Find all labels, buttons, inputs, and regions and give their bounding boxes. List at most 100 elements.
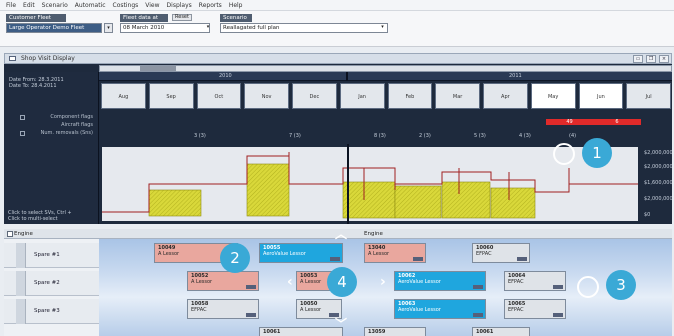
red-flag: 6 (593, 119, 641, 125)
menu-file[interactable]: File (6, 2, 16, 9)
timeline-panel: Date From: 28.3.2011 Date To: 28.4.2011 … (4, 64, 672, 224)
chart-bar (246, 163, 290, 217)
year-label: 2011 (509, 73, 522, 79)
shop-visit-card[interactable]: 10050 A Lessor (296, 299, 342, 319)
shop-visit-card[interactable]: 10065 EFPAC (504, 299, 566, 319)
month-cell[interactable]: Aug (101, 83, 146, 109)
month-cell[interactable]: May (530, 83, 576, 109)
shop-visit-number: 10061 (263, 329, 281, 335)
menu-reports[interactable]: Reports (199, 2, 222, 9)
expand-icon[interactable] (20, 115, 25, 120)
minimize-icon[interactable]: ▭ (633, 55, 643, 63)
month-cell[interactable]: Sep (148, 83, 194, 109)
callout-badge-2: 2 (220, 243, 250, 273)
callout-badge-4: 4 (327, 267, 357, 297)
shop-visit-card[interactable]: 10063 AeroValue Lessor (394, 299, 486, 319)
customer-fleet-select[interactable]: Large Operator Demo Fleet (6, 23, 102, 33)
aircraft-flags-label: Aircraft flags (61, 122, 93, 128)
month-cell[interactable]: Jul (626, 83, 671, 109)
chart-bar (394, 185, 442, 219)
chevron-left-icon: ‹ (287, 274, 293, 290)
customer-fleet-dropdown-icon[interactable]: ▾ (104, 23, 113, 33)
shop-visit-lessor: EFPAC (191, 307, 207, 313)
row-spare-1[interactable]: Spare #1 (4, 243, 99, 268)
click-note-line: Click to multi-select (8, 216, 58, 222)
shop-visit-card[interactable]: 10061 (259, 327, 343, 336)
row-indicator (16, 271, 26, 296)
card-tag-icon (330, 257, 340, 261)
menu-help[interactable]: Help (229, 2, 243, 9)
menu-edit[interactable]: Edit (23, 2, 35, 9)
menu-bar: File Edit Scenario Automatic Costings Vi… (0, 0, 674, 11)
shop-visit-card[interactable]: 10061 (472, 327, 530, 336)
card-tag-icon (473, 313, 483, 317)
month-cell[interactable]: Oct (196, 83, 242, 109)
card-tag-icon (553, 285, 563, 289)
shop-visit-number: 13059 (368, 329, 386, 335)
restore-icon[interactable]: ❐ (646, 55, 656, 63)
shop-visit-lessor: A Lessor (300, 279, 322, 285)
month-cell[interactable]: Jan (339, 83, 385, 109)
scenario-dropdown-icon[interactable]: ▾ (378, 23, 387, 33)
month-cell[interactable]: Feb (387, 83, 433, 109)
chevron-down-icon: ﹀ (335, 317, 348, 331)
menu-automatic[interactable]: Automatic (75, 2, 106, 9)
card-tag-icon (246, 313, 256, 317)
flag-strip: 49 6 3 (3) 7 (3) 8 (3) 2 (3) 5 (3) 4 (3) (4) (99, 112, 672, 139)
month-cell[interactable]: Mar (435, 83, 480, 109)
shop-visit-card[interactable]: 13059 (364, 327, 426, 336)
timeline-scrollbar[interactable] (99, 65, 672, 72)
chart-bar (148, 189, 202, 217)
chart-bar (342, 181, 396, 219)
card-tag-icon (553, 313, 563, 317)
customer-fleet-group: Customer Fleet Large Operator Demo Fleet… (6, 14, 116, 36)
reset-button[interactable]: Reset (172, 14, 192, 21)
fleet-date-label: Fleet data at date (120, 14, 168, 29)
menu-scenario[interactable]: Scenario (42, 2, 68, 9)
month-cell[interactable]: Nov (244, 83, 289, 109)
shop-visit-card[interactable]: 10060 EFPAC (472, 243, 530, 263)
row-indicator (16, 243, 26, 268)
collapse-icon[interactable] (7, 231, 13, 237)
menu-displays[interactable]: Displays (167, 2, 192, 9)
close-icon[interactable]: × (659, 55, 669, 63)
shop-visit-card[interactable]: 10064 EFPAC (504, 271, 566, 291)
month-cell[interactable]: Dec (292, 83, 337, 109)
shop-visit-card[interactable]: 13040 A Lessor (364, 243, 426, 263)
shop-visit-card[interactable]: 10055 AeroValue Lessor (259, 243, 343, 263)
expand-icon[interactable] (20, 131, 25, 136)
removal-count: (4) (569, 133, 577, 139)
scenario-select[interactable]: Reallagated full plan (220, 23, 388, 33)
click-note: Click to select SVs, Ctrl + Click to mul… (8, 210, 72, 222)
shop-visit-card[interactable]: 10058 EFPAC (187, 299, 259, 319)
shop-visit-lessor: AeroValue Lessor (398, 307, 441, 313)
month-cell[interactable]: Jun (578, 83, 624, 109)
menu-view[interactable]: View (145, 2, 159, 9)
callout-badge-3: 3 (606, 270, 636, 300)
card-tag-icon (473, 285, 483, 289)
shop-visit-card[interactable]: 10052 A Lessor (187, 271, 259, 291)
row-spare-3[interactable]: Spare #3 (4, 299, 99, 324)
row-indicator (16, 299, 26, 324)
chart-bar (441, 181, 491, 219)
fleet-date-group: Fleet data at date Reset 08 March 2010 ▾ (120, 14, 215, 36)
row-spare-2[interactable]: Spare #2 (4, 271, 99, 296)
calendar-dropdown-icon[interactable]: ▾ (204, 23, 212, 33)
fleet-date-input[interactable]: 08 March 2010 (120, 23, 210, 33)
card-tag-icon (413, 257, 423, 261)
component-flags-label: Component flags (50, 114, 93, 120)
right-axis-tick: $2,000,000 (644, 196, 672, 202)
scroll-thumb[interactable] (140, 66, 176, 71)
panel-header: Shop Visit Display ▭ ❐ × (4, 53, 672, 64)
shop-visit-lessor: EFPAC (508, 307, 524, 313)
scenario-label: Scenario (220, 14, 252, 22)
highlight-ring (577, 276, 599, 298)
shop-visit-number: 10061 (476, 329, 494, 335)
shop-visit-card[interactable]: 10062 AeroValue Lessor (394, 271, 486, 291)
menu-costings[interactable]: Costings (113, 2, 139, 9)
shop-visit-lessor: A Lessor (368, 251, 390, 257)
month-cell[interactable]: Apr (483, 83, 528, 109)
removal-count: 4 (3) (519, 133, 531, 139)
date-to: Date To: 28.4.2011 (9, 83, 57, 89)
chevron-up-icon: ︿ (335, 227, 348, 241)
